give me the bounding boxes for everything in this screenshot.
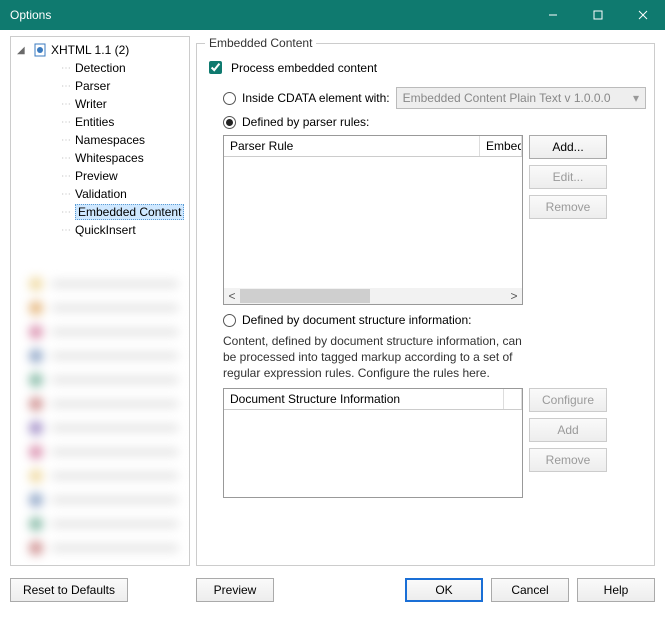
tree-item-label: Entities [75,115,114,129]
parser-rules-table[interactable]: Parser Rule Embed < > [223,135,523,305]
tree-item-label: Namespaces [75,133,145,147]
radio-parser-rules-label: Defined by parser rules: [242,115,369,129]
tree-guide-icon: ⋯ [61,117,75,128]
tree-root[interactable]: ◢ XHTML 1.1 (2) [11,41,189,59]
tree-guide-icon: ⋯ [61,153,75,164]
tree-item-preview[interactable]: ⋯Preview [11,167,189,185]
maximize-button[interactable] [575,0,620,30]
embedded-content-panel: Embedded Content Process embedded conten… [196,36,655,566]
cdata-dropdown[interactable]: Embedded Content Plain Text v 1.0.0.0 ▾ [396,87,646,109]
radio-parser-rules[interactable] [223,116,236,129]
tree-guide-icon: ⋯ [61,171,75,182]
collapse-icon[interactable]: ◢ [17,45,29,56]
tree-item-detection[interactable]: ⋯Detection [11,59,189,77]
doc-structure-col2[interactable] [504,389,522,409]
tree-item-namespaces[interactable]: ⋯Namespaces [11,131,189,149]
tree-item-entities[interactable]: ⋯Entities [11,113,189,131]
tree-item-embedded-content[interactable]: ⋯Embedded Content [11,203,189,221]
tree-guide-icon: ⋯ [61,189,75,200]
preview-button[interactable]: Preview [196,578,274,602]
doc-structure-table[interactable]: Document Structure Information [223,388,523,498]
panel-legend: Embedded Content [205,36,316,50]
tree-item-label: Writer [75,97,107,111]
remove-parser-rule-button[interactable]: Remove [529,195,607,219]
tree-guide-icon: ⋯ [61,63,75,74]
tree-item-writer[interactable]: ⋯Writer [11,95,189,113]
ok-button[interactable]: OK [405,578,483,602]
tree-item-label: Preview [75,169,118,183]
add-doc-button[interactable]: Add [529,418,607,442]
cancel-button[interactable]: Cancel [491,578,569,602]
tree-item-validation[interactable]: ⋯Validation [11,185,189,203]
minimize-button[interactable] [530,0,575,30]
process-embedded-label: Process embedded content [231,61,377,75]
tree-guide-icon: ⋯ [61,81,75,92]
embed-col[interactable]: Embed [480,136,522,156]
add-parser-rule-button[interactable]: Add... [529,135,607,159]
page-icon [33,43,47,57]
doc-structure-col[interactable]: Document Structure Information [224,389,504,409]
tree-item-whitespaces[interactable]: ⋯Whitespaces [11,149,189,167]
tree-item-label: Embedded Content [75,204,184,220]
close-button[interactable] [620,0,665,30]
tree-root-label: XHTML 1.1 (2) [51,43,129,57]
tree-guide-icon: ⋯ [61,207,75,218]
tree-item-label: QuickInsert [75,223,136,237]
radio-doc-structure-label: Defined by document structure informatio… [242,313,471,327]
cdata-dropdown-value: Embedded Content Plain Text v 1.0.0.0 [403,91,611,105]
reset-defaults-button[interactable]: Reset to Defaults [10,578,128,602]
tree-item-label: Parser [75,79,110,93]
scroll-right-icon[interactable]: > [506,288,522,304]
help-button[interactable]: Help [577,578,655,602]
tree-item-label: Whitespaces [75,151,144,165]
edit-parser-rule-button[interactable]: Edit... [529,165,607,189]
window-title: Options [10,8,530,22]
doc-structure-description: Content, defined by document structure i… [223,333,523,382]
dialog-footer: Reset to Defaults Preview OK Cancel Help [0,569,665,611]
tree-item-parser[interactable]: ⋯Parser [11,77,189,95]
options-tree[interactable]: ◢ XHTML 1.1 (2) ⋯Detection⋯Parser⋯Writer… [10,36,190,566]
scroll-thumb[interactable] [240,289,370,303]
remove-doc-button[interactable]: Remove [529,448,607,472]
configure-doc-button[interactable]: Configure [529,388,607,412]
tree-item-quickinsert[interactable]: ⋯QuickInsert [11,221,189,239]
tree-item-label: Detection [75,61,126,75]
tree-guide-icon: ⋯ [61,225,75,236]
radio-cdata[interactable] [223,92,236,105]
parser-table-hscroll[interactable]: < > [224,288,522,304]
chevron-down-icon: ▾ [633,91,639,105]
radio-doc-structure[interactable] [223,314,236,327]
tree-guide-icon: ⋯ [61,99,75,110]
radio-cdata-label: Inside CDATA element with: [242,91,390,105]
parser-rule-col[interactable]: Parser Rule [224,136,480,156]
titlebar: Options [0,0,665,30]
scroll-left-icon[interactable]: < [224,288,240,304]
tree-item-label: Validation [75,187,127,201]
process-embedded-checkbox[interactable] [209,61,222,74]
tree-guide-icon: ⋯ [61,135,75,146]
blurred-tree-items [29,277,179,555]
